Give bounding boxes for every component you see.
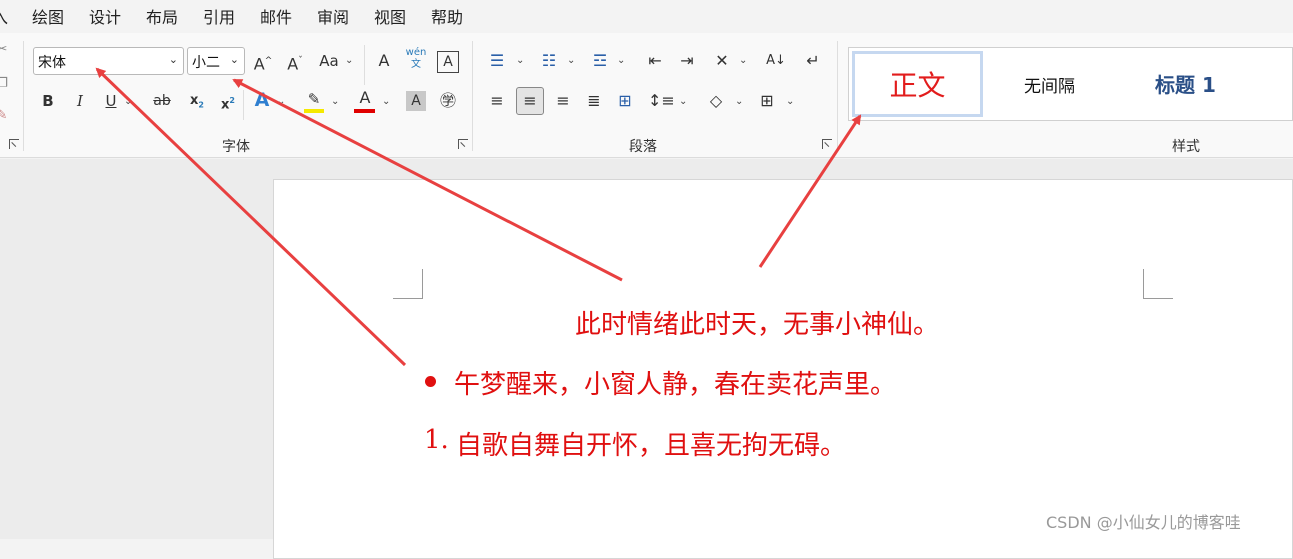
separator [243,90,244,120]
chevron-down-icon[interactable]: ⌄ [124,96,132,107]
show-marks-icon[interactable]: ↵ [802,50,824,72]
menu-view[interactable]: 视图 [374,4,406,28]
paragraph-1[interactable]: 此时情绪此时天，无事小神仙。 [575,304,939,341]
font-color-icon[interactable]: A [354,87,376,109]
chevron-down-icon[interactable]: ⌄ [345,55,353,66]
style-no-spacing[interactable]: 无间隔 [1024,72,1075,97]
document-page[interactable]: 此时情绪此时天，无事小神仙。 午梦醒来，小窗人静，春在卖花声里。 1. 自歌自舞… [273,179,1293,559]
menu-references[interactable]: 引用 [203,4,235,28]
character-border-icon[interactable]: A [437,51,459,73]
font-launcher-icon[interactable] [458,139,468,149]
copy-icon[interactable]: ❐ [0,73,10,95]
chevron-down-icon[interactable]: ⌄ [679,96,687,107]
menu-layout[interactable]: 布局 [146,4,178,28]
borders-icon[interactable]: ⊞ [756,90,778,112]
chevron-down-icon: ⌄ [168,53,178,66]
chevron-down-icon[interactable]: ⌄ [516,55,524,66]
styles-group-label: 样式 [1172,139,1200,155]
character-shading-icon[interactable]: A [406,91,426,111]
chinese-layout-icon[interactable]: ✕ [710,50,734,72]
chevron-down-icon[interactable]: ⌄ [331,96,339,107]
ribbon: ✂ ❐ ✎ 宋体 ⌄ 小二 ⌄ A^ Aˇ Aa ⌄ A wén 文 A B I … [0,33,1293,158]
style-normal[interactable]: 正文 [852,51,983,117]
menu-mailings[interactable]: 邮件 [260,4,292,28]
line-spacing-icon[interactable]: ↕≡ [648,90,675,112]
chevron-down-icon[interactable]: ⌄ [739,55,747,66]
separator [364,45,365,85]
text-effects-icon[interactable]: A [250,89,274,111]
underline-button[interactable]: U [101,90,121,112]
font-name-value: 宋体 [38,55,66,71]
menu-insert[interactable]: 入 [0,4,8,28]
change-case-icon[interactable]: Aa [316,50,342,72]
font-group-label: 字体 [222,139,250,155]
font-size-combo[interactable]: 小二 ⌄ [187,47,245,75]
font-name-combo[interactable]: 宋体 ⌄ [33,47,184,75]
menu-review[interactable]: 审阅 [317,4,349,28]
align-right-icon[interactable]: ≡ [552,90,574,112]
document-canvas: 此时情绪此时天，无事小神仙。 午梦醒来，小窗人静，春在卖花声里。 1. 自歌自舞… [0,159,1293,559]
margin-corner-left [393,269,423,299]
separator [23,41,24,151]
align-center-icon[interactable]: ≡ [516,87,544,115]
margin-corner-right [1143,269,1173,299]
distributed-icon[interactable]: ⊞ [614,90,636,112]
bold-button[interactable]: B [38,90,58,112]
shading-icon[interactable]: ◇ [705,90,727,112]
phonetic-guide-icon[interactable]: wén 文 [404,47,428,71]
increase-indent-icon[interactable]: ⇥ [676,50,698,72]
watermark: CSDN @小仙女儿的博客哇 [1046,513,1241,532]
font-color-bar [354,109,375,113]
align-left-icon[interactable]: ≡ [486,90,508,112]
sort-icon[interactable]: A↓ [764,50,788,72]
bullet-icon [425,376,436,387]
numbering-icon[interactable]: ☷ [538,50,560,72]
chevron-down-icon[interactable]: ⌄ [382,96,390,107]
italic-button[interactable]: I [70,90,90,112]
chevron-down-icon[interactable]: ⌄ [786,96,794,107]
enclose-characters-icon[interactable]: ㊫ [437,90,459,112]
chevron-down-icon: ⌄ [229,53,239,66]
shrink-font-icon[interactable]: Aˇ [283,50,307,75]
highlight-icon[interactable]: ✎ [302,88,326,110]
paragraph-group-label: 段落 [629,139,657,155]
style-heading-1[interactable]: 标题 1 [1155,69,1216,98]
strikethrough-button[interactable]: ab [150,90,174,112]
subscript-button[interactable]: x2 [186,90,208,117]
clipboard-launcher-icon[interactable] [9,139,19,149]
grow-font-icon[interactable]: A^ [251,50,275,75]
menu-draw[interactable]: 绘图 [32,4,64,28]
format-painter-icon[interactable]: ✎ [0,105,10,127]
chevron-down-icon[interactable]: ⌄ [277,96,285,107]
decrease-indent-icon[interactable]: ⇤ [644,50,666,72]
styles-gallery: 正文 无间隔 标题 1 [848,47,1293,121]
justify-icon[interactable]: ≣ [583,90,605,112]
chevron-down-icon[interactable]: ⌄ [617,55,625,66]
superscript-button[interactable]: x2 [217,90,239,116]
paragraph-2[interactable]: 午梦醒来，小窗人静，春在卖花声里。 [454,364,896,401]
menu-help[interactable]: 帮助 [431,4,463,28]
list-number: 1. [424,425,449,455]
menu-bar: 入 绘图 设计 布局 引用 邮件 审阅 视图 帮助 [0,0,1293,30]
paragraph-launcher-icon[interactable] [822,139,832,149]
separator [472,41,473,151]
cut-icon[interactable]: ✂ [0,39,10,61]
paragraph-3[interactable]: 自歌自舞自开怀，且喜无拘无碍。 [456,425,846,462]
font-size-value: 小二 [192,55,220,71]
chevron-down-icon[interactable]: ⌄ [735,96,743,107]
highlight-color-bar [304,109,324,113]
separator [837,41,838,151]
menu-design[interactable]: 设计 [89,4,121,28]
clear-formatting-icon[interactable]: A [373,50,395,72]
multilevel-list-icon[interactable]: ☲ [589,50,611,72]
bullets-icon[interactable]: ☰ [486,50,508,72]
chevron-down-icon[interactable]: ⌄ [567,55,575,66]
